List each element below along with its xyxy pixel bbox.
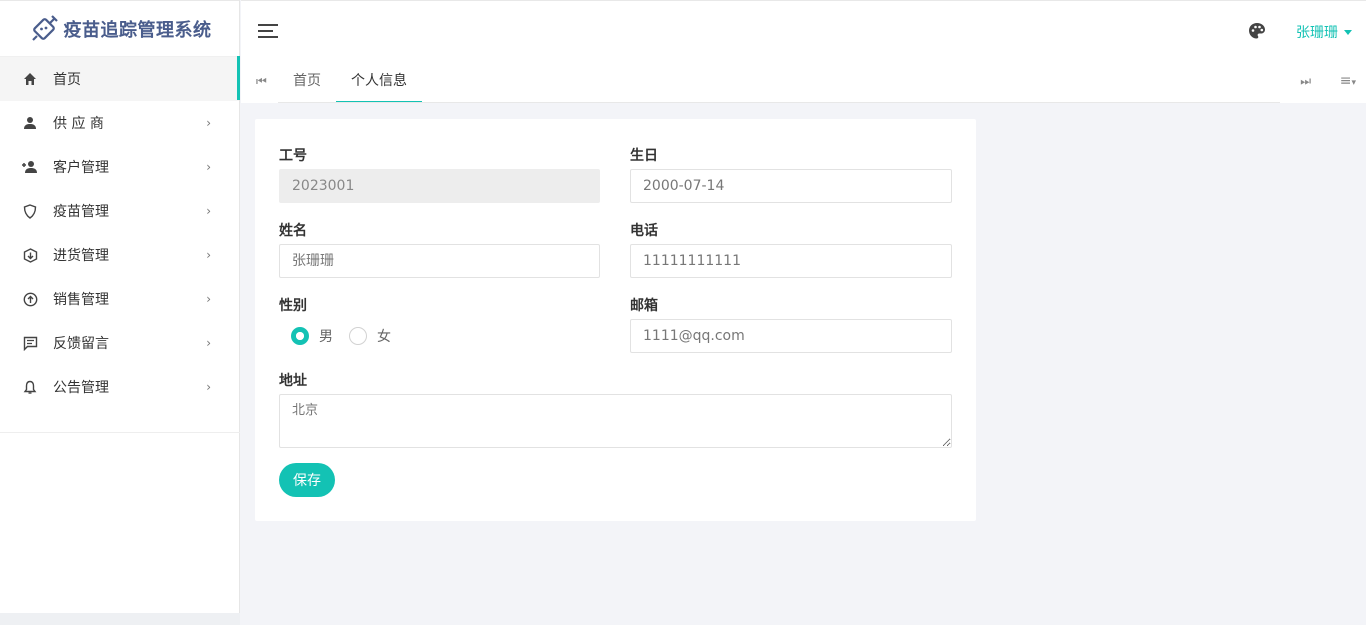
user-name: 张珊珊	[1296, 25, 1338, 41]
sidebar-item-purchases[interactable]: 进货管理 ›	[0, 233, 239, 277]
chevron-right-icon: ›	[206, 116, 211, 130]
sidebar: 疫苗追踪管理系统 首页 供 应 商 › 客户管理 › 疫苗管理 › 进货管理 ›…	[0, 0, 240, 625]
sidebar-item-label: 反馈留言	[53, 336, 109, 352]
sidebar-item-label: 客户管理	[53, 160, 109, 176]
user-icon	[22, 115, 38, 131]
chevron-right-icon: ›	[206, 292, 211, 306]
sidebar-item-home[interactable]: 首页	[0, 57, 239, 101]
tab-scroll-right-icon[interactable]: ⏭	[1300, 74, 1311, 89]
gender-radio-female[interactable]: 女	[349, 326, 391, 346]
palette-icon[interactable]	[1248, 22, 1266, 40]
job-no-label: 工号	[279, 148, 307, 164]
job-no-field: 2023001	[279, 169, 600, 203]
radio-checked-icon	[291, 327, 309, 345]
address-field[interactable]: 北京	[279, 394, 952, 448]
chevron-right-icon: ›	[206, 380, 211, 394]
radio-label: 男	[319, 329, 333, 345]
gender-radio-male[interactable]: 男	[291, 326, 333, 346]
gender-label: 性别	[279, 298, 307, 314]
tab-list: 首页 个人信息	[278, 62, 422, 103]
tab-divider	[278, 102, 1280, 103]
sidebar-item-customers[interactable]: 客户管理 ›	[0, 145, 239, 189]
syringe-logo-icon	[31, 14, 58, 41]
user-add-icon	[22, 159, 38, 175]
name-field[interactable]: 张珊珊	[279, 244, 600, 278]
sidebar-menu: 首页 供 应 商 › 客户管理 › 疫苗管理 › 进货管理 › 销售管理 › 反…	[0, 57, 239, 409]
top-header: 张珊珊	[241, 0, 1366, 62]
chevron-right-icon: ›	[206, 248, 211, 262]
sidebar-item-suppliers[interactable]: 供 应 商 ›	[0, 101, 239, 145]
name-label: 姓名	[279, 223, 307, 239]
sidebar-item-label: 公告管理	[53, 380, 109, 396]
caret-down-icon	[1344, 29, 1352, 35]
upload-icon	[22, 291, 38, 307]
chevron-right-icon: ›	[206, 204, 211, 218]
birthday-field[interactable]: 2000-07-14	[630, 169, 952, 203]
email-field[interactable]: 1111@qq.com	[630, 319, 952, 353]
download-icon	[22, 247, 38, 263]
app-title: 疫苗追踪管理系统	[63, 19, 212, 41]
radio-label: 女	[377, 329, 391, 345]
sidebar-item-sales[interactable]: 销售管理 ›	[0, 277, 239, 321]
sidebar-item-label: 供 应 商	[53, 116, 104, 132]
sidebar-item-announcements[interactable]: 公告管理 ›	[0, 365, 239, 409]
user-menu[interactable]: 张珊珊	[1296, 22, 1352, 42]
sidebar-item-label: 进货管理	[53, 248, 109, 264]
message-icon	[22, 335, 38, 351]
tab-home[interactable]: 首页	[278, 62, 336, 103]
phone-label: 电话	[630, 223, 658, 239]
sidebar-item-vaccines[interactable]: 疫苗管理 ›	[0, 189, 239, 233]
tab-options-icon[interactable]: ≡▾	[1340, 73, 1356, 89]
tab-profile[interactable]: 个人信息	[336, 62, 422, 103]
tab-scroll-left-icon[interactable]: ⏮	[256, 74, 267, 89]
menu-divider	[0, 432, 240, 433]
menu-toggle-icon[interactable]	[258, 23, 278, 39]
caret-down-icon: ▾	[1351, 78, 1356, 88]
sidebar-item-label: 疫苗管理	[53, 204, 109, 220]
radio-unchecked-icon	[349, 327, 367, 345]
tab-menu-glyph: ≡	[1339, 73, 1352, 89]
sidebar-item-label: 销售管理	[53, 292, 109, 308]
bell-icon	[22, 379, 38, 395]
logo: 疫苗追踪管理系统	[0, 0, 239, 57]
save-button[interactable]: 保存	[279, 463, 335, 497]
active-indicator	[237, 56, 240, 100]
chevron-right-icon: ›	[206, 160, 211, 174]
sidebar-item-feedback[interactable]: 反馈留言 ›	[0, 321, 239, 365]
profile-card: 工号 2023001 生日 2000-07-14 姓名 张珊珊 电话 11111…	[255, 119, 976, 521]
birthday-label: 生日	[630, 148, 658, 164]
sidebar-item-label: 首页	[53, 72, 81, 88]
chevron-right-icon: ›	[206, 336, 211, 350]
shield-icon	[22, 203, 38, 219]
phone-field[interactable]: 11111111111	[630, 244, 952, 278]
home-icon	[22, 71, 38, 87]
address-label: 地址	[279, 373, 307, 389]
tab-bar: ⏮ 首页 个人信息 ⏭ ≡▾	[237, 56, 1366, 103]
email-label: 邮箱	[630, 298, 658, 314]
sidebar-scroll-area	[0, 613, 240, 625]
